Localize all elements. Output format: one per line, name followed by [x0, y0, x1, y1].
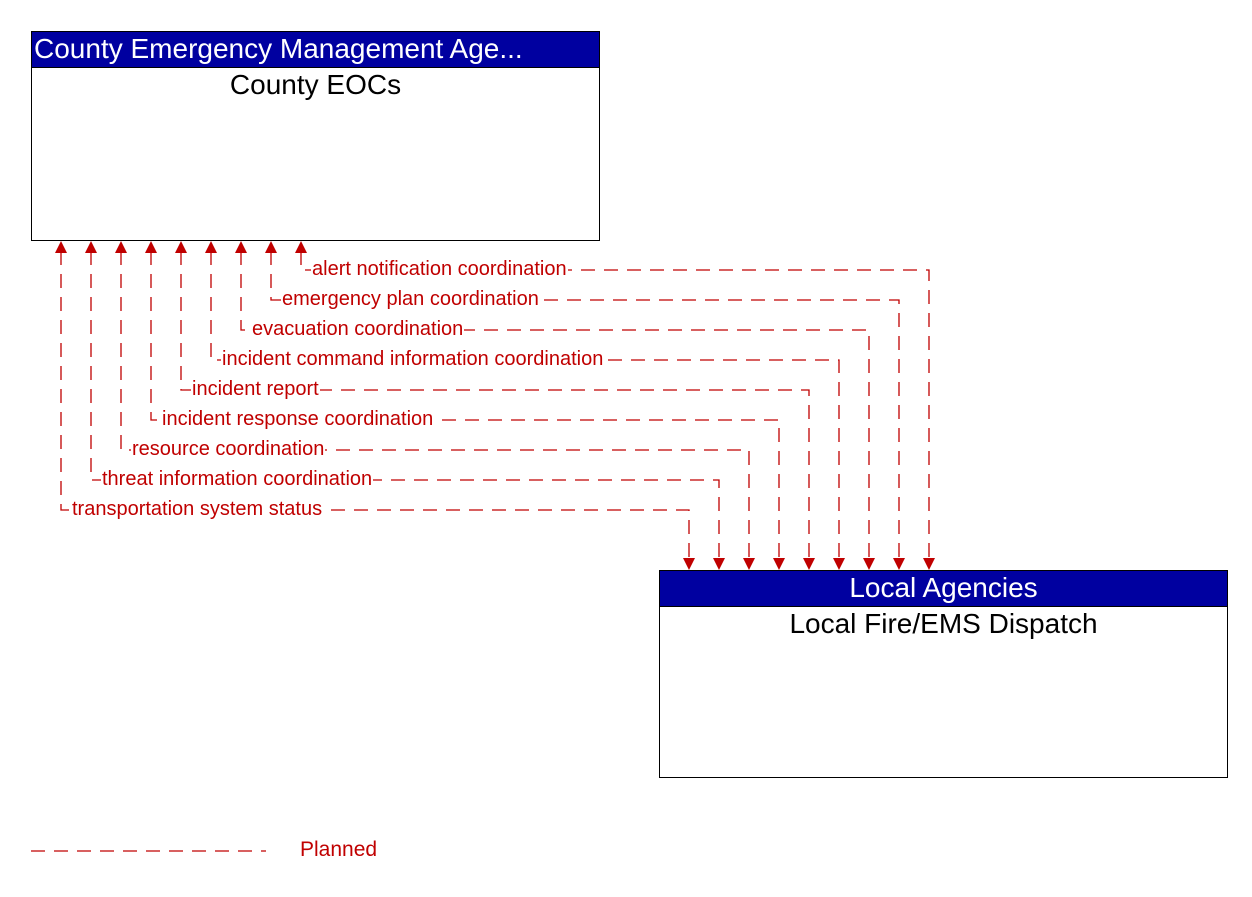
legend-line-svg	[31, 850, 266, 852]
legend-planned-label: Planned	[300, 838, 378, 861]
